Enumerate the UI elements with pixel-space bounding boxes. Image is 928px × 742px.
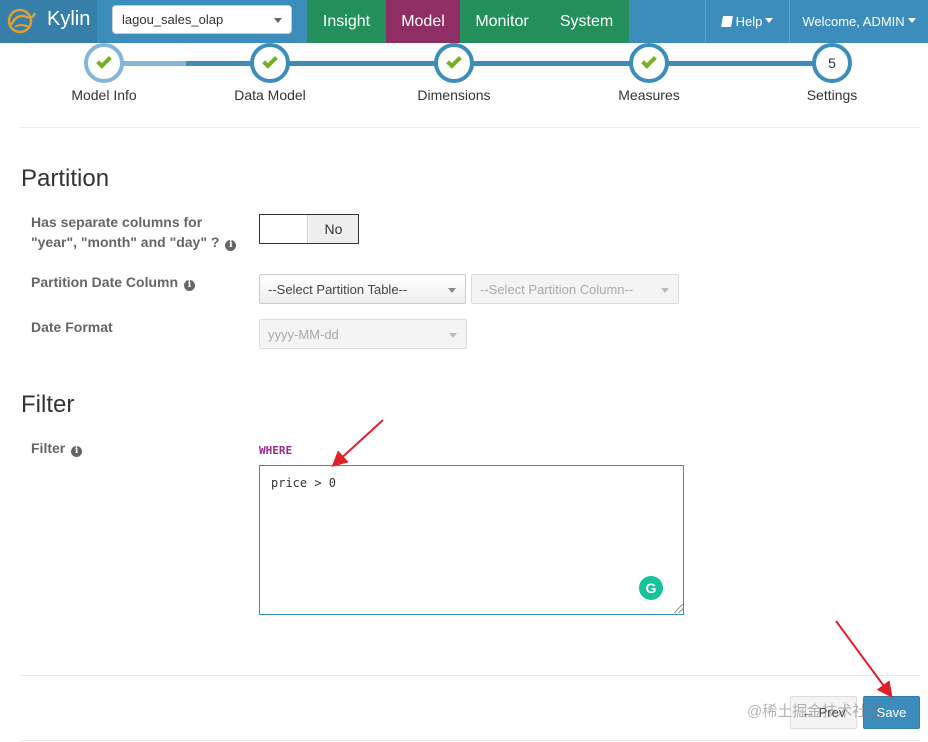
- toggle-value: No: [309, 215, 358, 243]
- tab-insight-label: Insight: [322, 12, 371, 30]
- grammarly-icon[interactable]: G: [639, 576, 663, 600]
- tab-model-label: Model: [401, 12, 445, 30]
- chevron-down-icon: [449, 333, 457, 338]
- project-select-value: lagou_sales_olap: [122, 12, 224, 27]
- step-model-info-label: Model Info: [71, 87, 137, 103]
- chevron-down-icon: [907, 18, 916, 23]
- user-label: Welcome, ADMIN: [802, 14, 905, 29]
- check-icon: [641, 53, 657, 69]
- book-icon: [720, 16, 733, 27]
- brand[interactable]: Kylin: [0, 0, 97, 43]
- tab-model[interactable]: Model: [386, 0, 460, 43]
- wizard-progress-line-start: [124, 61, 186, 66]
- partition-title: Partition: [21, 165, 110, 192]
- info-circle-icon[interactable]: i: [183, 280, 195, 291]
- project-select[interactable]: lagou_sales_olap: [112, 5, 292, 34]
- chevron-down-icon: [448, 288, 456, 293]
- chevron-down-icon: [274, 18, 282, 23]
- annotation-arrows: [331, 419, 893, 698]
- brand-name: Kylin: [47, 8, 91, 30]
- step-measures-circle[interactable]: [629, 43, 669, 83]
- info-circle-icon[interactable]: i: [71, 446, 83, 457]
- divider: [20, 127, 920, 128]
- step-settings-circle[interactable]: 5: [812, 43, 852, 83]
- filter-title: Filter: [21, 391, 75, 418]
- chevron-down-icon: [765, 18, 774, 23]
- step-data-model-circle[interactable]: [250, 43, 290, 83]
- resize-handle[interactable]: [674, 604, 683, 613]
- date-format-select[interactable]: yyyy-MM-dd: [259, 319, 467, 349]
- filter-label: Filter i: [31, 438, 83, 458]
- step-measures-label: Measures: [618, 87, 680, 103]
- tab-monitor-label: Monitor: [475, 12, 529, 30]
- toggle-off-half: [260, 215, 308, 243]
- user-menu[interactable]: Welcome, ADMIN: [789, 0, 928, 43]
- date-format-select-value: yyyy-MM-dd: [268, 327, 339, 342]
- tab-system[interactable]: System: [544, 0, 629, 43]
- partition-column-select[interactable]: --Select Partition Column--: [471, 274, 679, 304]
- watermark: @稀土掘金技术社区: [747, 703, 883, 720]
- filter-label-text: Filter: [31, 440, 66, 456]
- check-icon: [446, 53, 462, 69]
- step-model-info-circle[interactable]: [84, 43, 124, 83]
- partition-date-column-label: Partition Date Column i: [31, 272, 195, 292]
- divider: [20, 675, 920, 676]
- where-keyword: WHERE: [259, 444, 293, 457]
- chevron-down-icon: [661, 288, 669, 293]
- tab-insight[interactable]: Insight: [307, 0, 386, 43]
- top-navbar: Kylin lagou_sales_olap Insight Model Mon…: [0, 0, 928, 43]
- date-format-label: Date Format: [31, 319, 113, 335]
- help-label: Help: [735, 14, 763, 29]
- separate-columns-label-line1: Has separate columns for: [31, 214, 203, 230]
- filter-textarea[interactable]: [259, 465, 684, 615]
- partition-table-select[interactable]: --Select Partition Table--: [259, 274, 466, 304]
- separate-columns-toggle[interactable]: No: [259, 214, 359, 244]
- tab-monitor[interactable]: Monitor: [460, 0, 544, 43]
- step-dimensions-circle[interactable]: [434, 43, 474, 83]
- annotation-arrow-filter: [331, 419, 384, 468]
- step-settings-label: Settings: [806, 87, 858, 103]
- separate-columns-label-line2: "year", "month" and "day" ? i: [31, 232, 237, 252]
- partition-date-column-label-text: Partition Date Column: [31, 274, 179, 290]
- step-dimensions-label: Dimensions: [417, 87, 491, 103]
- kylin-logo-icon: [7, 8, 37, 34]
- annotation-arrow-save: [835, 620, 893, 698]
- tab-system-label: System: [559, 12, 614, 30]
- divider: [20, 740, 920, 741]
- check-icon: [262, 53, 278, 69]
- separate-columns-label-text: "year", "month" and "day" ?: [31, 234, 220, 250]
- step-settings-number: 5: [828, 55, 836, 71]
- separate-columns-label: Has separate columns for "year", "month"…: [31, 212, 237, 252]
- step-data-model-label: Data Model: [234, 87, 306, 103]
- check-icon: [96, 53, 112, 69]
- partition-column-select-value: --Select Partition Column--: [480, 282, 634, 297]
- info-circle-icon[interactable]: i: [225, 240, 237, 251]
- help-menu[interactable]: Help: [705, 0, 789, 43]
- partition-table-select-value: --Select Partition Table--: [268, 282, 408, 297]
